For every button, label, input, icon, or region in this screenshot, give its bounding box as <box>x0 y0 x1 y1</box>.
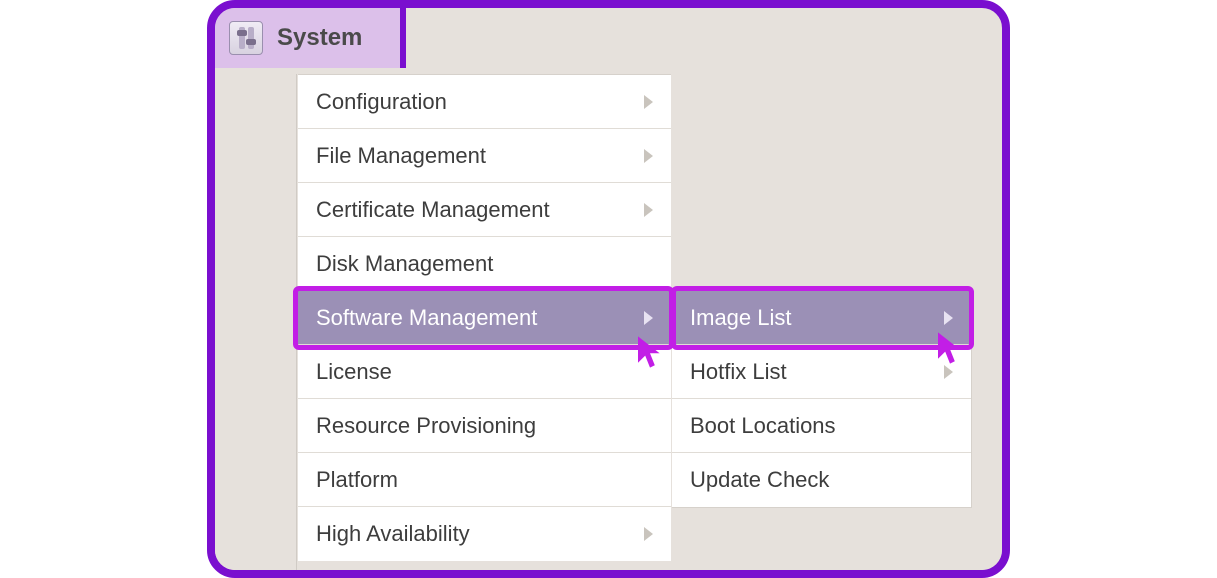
menu-item-file-management[interactable]: File Management <box>298 129 671 183</box>
submenu-item-update-check[interactable]: Update Check <box>672 453 971 507</box>
system-menu: Configuration File Management Certificat… <box>298 74 671 561</box>
menu-item-label: Certificate Management <box>316 197 550 223</box>
menu-item-label: High Availability <box>316 521 470 547</box>
sliders-icon <box>229 21 263 55</box>
menu-item-label: Disk Management <box>316 251 493 277</box>
submenu-item-label: Boot Locations <box>690 413 836 439</box>
content-zone: Configuration File Management Certificat… <box>215 68 1002 570</box>
menu-item-label: Platform <box>316 467 398 493</box>
menu-item-resource-provisioning[interactable]: Resource Provisioning <box>298 399 671 453</box>
menu-item-high-availability[interactable]: High Availability <box>298 507 671 561</box>
chevron-right-icon <box>644 527 653 541</box>
submenu-item-label: Hotfix List <box>690 359 787 385</box>
menu-item-disk-management[interactable]: Disk Management <box>298 237 671 291</box>
screenshot-frame: System Configuration File Management Cer… <box>207 0 1010 578</box>
system-tab-label: System <box>277 24 362 52</box>
menu-item-certificate-management[interactable]: Certificate Management <box>298 183 671 237</box>
menu-item-platform[interactable]: Platform <box>298 453 671 507</box>
chevron-right-icon <box>944 311 953 325</box>
chevron-right-icon <box>644 203 653 217</box>
menu-item-software-management[interactable]: Software Management <box>298 291 671 345</box>
menu-item-label: Configuration <box>316 89 447 115</box>
submenu-item-label: Image List <box>690 305 792 331</box>
chevron-right-icon <box>944 365 953 379</box>
software-management-submenu: Image List Hotfix List Boot Locations Up… <box>672 290 972 508</box>
submenu-item-boot-locations[interactable]: Boot Locations <box>672 399 971 453</box>
system-tab[interactable]: System <box>215 8 406 74</box>
left-gutter <box>215 74 297 570</box>
menu-item-label: License <box>316 359 392 385</box>
submenu-item-image-list[interactable]: Image List <box>672 291 971 345</box>
submenu-item-label: Update Check <box>690 467 829 493</box>
menu-item-configuration[interactable]: Configuration <box>298 75 671 129</box>
chevron-right-icon <box>644 149 653 163</box>
submenu-item-hotfix-list[interactable]: Hotfix List <box>672 345 971 399</box>
menu-item-license[interactable]: License <box>298 345 671 399</box>
menu-item-label: Resource Provisioning <box>316 413 536 439</box>
menu-item-label: Software Management <box>316 305 537 331</box>
chevron-right-icon <box>644 95 653 109</box>
menu-item-label: File Management <box>316 143 486 169</box>
chevron-right-icon <box>644 311 653 325</box>
